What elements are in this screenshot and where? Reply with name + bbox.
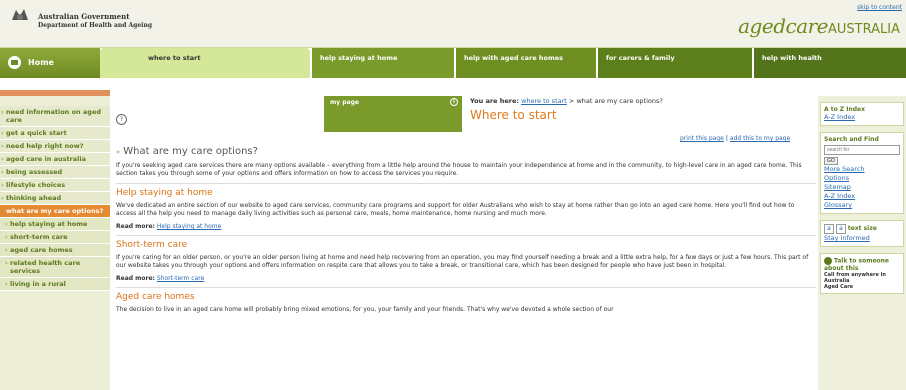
left-sidebar: need information on aged care get a quic… [0,90,110,390]
text-size-label: text size [847,225,877,232]
talk-box: Talk to someone about this Call from any… [820,253,904,294]
divider [116,235,816,236]
gov-title: Australian Government [38,12,130,21]
sidebar-subitem-living-rural[interactable]: living in a rural [0,278,110,291]
sidebar-item-care-options[interactable]: what are my care options? [0,205,110,218]
my-page-tab[interactable]: my page i [324,96,462,132]
section-body-aged-care-homes: The decision to live in an aged care hom… [116,306,614,313]
az-index-title: A to Z Index [824,106,865,113]
text-size-small-button[interactable]: a [824,224,834,234]
sidebar-item-need-information[interactable]: need information on aged care [0,106,110,127]
read-more-help-staying-home: Read more: Help staying at home [116,223,816,230]
site-header: Australian Government Department of Heal… [0,0,906,48]
breadcrumb: You are here: where to start > what are … [470,97,663,105]
breadcrumb-separator: > [568,97,575,105]
tab-help-with-aged-care-homes[interactable]: help with aged care homes [456,48,596,78]
sidebar-subitem-help-staying-home[interactable]: help staying at home [0,218,110,231]
gov-department: Department of Health and Ageing [38,22,153,29]
section-title-help-staying-home: Help staying at home [116,188,213,198]
page-title: Where to start [470,108,557,122]
sidebar-item-quick-start[interactable]: get a quick start [0,127,110,140]
options-link[interactable]: Options [824,174,900,183]
aged-care-line: Aged Care [824,284,854,290]
read-more-label: Read more: [116,275,155,282]
section-title-short-term-care: Short-term care [116,240,188,250]
read-more-link-help-staying-home[interactable]: Help staying at home [157,223,221,230]
main-navigation: Home where to start help staying at home… [0,48,906,78]
sitemap-link[interactable]: Sitemap [824,183,900,192]
glossary-link[interactable]: Glossary [824,201,900,210]
home-label: Home [28,58,54,67]
sidebar-item-lifestyle-choices[interactable]: lifestyle choices [0,179,110,192]
government-crest-icon [12,9,28,20]
text-size-large-button[interactable]: a [835,224,846,234]
az-index-link-2[interactable]: A-Z Index [824,192,900,201]
logo-caps: AUSTRALIA [828,22,900,37]
home-button[interactable]: Home [0,48,100,78]
agedcare-australia-logo[interactable]: agedcareAUSTRALIA [738,14,900,38]
tab-where-to-start[interactable]: where to start [100,48,310,78]
info-icon[interactable]: i [450,98,458,106]
print-page-link[interactable]: print this page [680,135,724,142]
breadcrumb-current: what are my care options? [576,97,663,105]
page-tools: print this page | add this to my page [680,135,790,142]
sidebar-item-thinking-ahead[interactable]: thinking ahead [0,192,110,205]
my-page-label: my page [330,99,359,106]
search-box: Search and Find GO More Search Options S… [820,132,904,214]
text-size-box: a a text size Stay informed [820,220,904,247]
page-tools-separator: | [725,135,728,142]
content-heading-text: What are my care options? [123,146,258,157]
skip-to-content-link[interactable]: skip to content [857,4,902,11]
az-index-box: A to Z Index A-Z Index [820,102,904,126]
divider [116,287,816,288]
phone-icon [824,257,832,265]
read-more-label: Read more: [116,223,155,230]
breadcrumb-link-where-to-start[interactable]: where to start [521,97,567,105]
call-line: Call from anywhere in Australia [824,272,886,284]
home-icon [8,56,21,69]
search-title: Search and Find [824,136,879,143]
section-title-aged-care-homes: Aged care homes [116,292,195,302]
tab-help-staying-at-home[interactable]: help staying at home [312,48,454,78]
main-content: » What are my care options? If you're see… [116,146,816,319]
tab-help-with-health[interactable]: help with health [754,48,906,78]
section-body-help-staying-home: We've dedicated an entire section of our… [116,202,795,217]
read-more-link-short-term-care[interactable]: Short-term care [157,275,204,282]
go-button[interactable]: GO [824,157,838,165]
help-icon[interactable]: ? [116,114,127,125]
read-more-short-term-care: Read more: Short-term care [116,275,816,282]
content-heading: » What are my care options? [116,146,816,157]
sidebar-subitem-short-term-care[interactable]: short-term care [0,231,110,244]
right-column: A to Z Index A-Z Index Search and Find G… [818,96,906,390]
sidebar-accent-bar [0,90,110,96]
add-to-my-page-link[interactable]: add this to my page [730,135,790,142]
section-body-short-term-care: If you're caring for an older person, or… [116,254,809,269]
sidebar-item-being-assessed[interactable]: being assessed [0,166,110,179]
search-input[interactable] [824,145,900,155]
breadcrumb-prefix: You are here: [470,97,519,105]
logo-script: agedcare [738,14,829,38]
intro-paragraph: If you're seeking aged care services the… [116,162,802,177]
stay-informed-link[interactable]: Stay informed [824,234,900,243]
sidebar-item-need-help-now[interactable]: need help right now? [0,140,110,153]
divider [116,183,816,184]
az-index-link[interactable]: A-Z Index [824,113,900,122]
sidebar-subitem-aged-care-homes[interactable]: aged care homes [0,244,110,257]
more-search-link[interactable]: More Search [824,165,900,174]
sidebar-subitem-related-health[interactable]: related health care services [0,257,110,278]
talk-title: Talk to someone about this [824,257,889,273]
chevron-right-icon: » [116,148,121,156]
tab-for-carers-and-family[interactable]: for carers & family [598,48,752,78]
sidebar-item-aged-care-australia[interactable]: aged care in australia [0,153,110,166]
